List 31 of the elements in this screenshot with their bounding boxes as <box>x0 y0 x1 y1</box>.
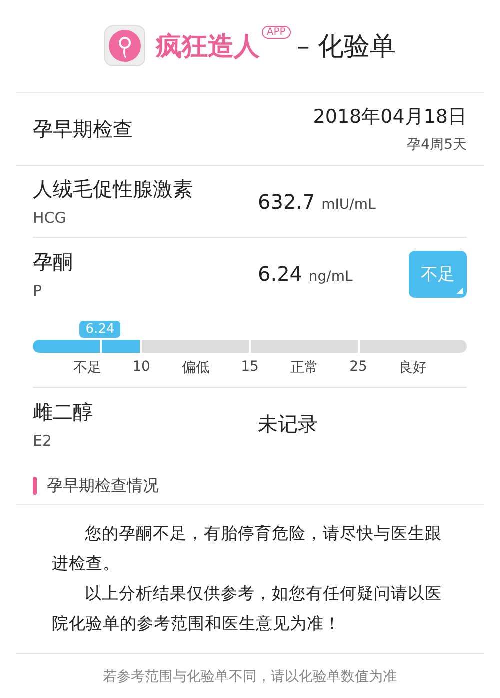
result-value: 632.7 mIU/mL <box>258 190 376 214</box>
test-name: 人绒毛促性腺激素 <box>33 176 194 203</box>
corner-triangle-icon <box>457 288 463 294</box>
section-title: 孕早期检查情况 <box>47 476 159 496</box>
advice-paragraph: 您的孕酮不足，有胎停育危险，请尽快与医生跟进检查。 <box>52 523 443 575</box>
section-marker <box>33 477 37 495</box>
pregnancy-week: 孕4周5天 <box>407 136 467 154</box>
range-tick: 15 <box>241 359 259 377</box>
test-code: HCG <box>33 209 68 227</box>
range-label: 不足 <box>73 360 102 376</box>
test-name: 雌二醇 <box>33 398 94 426</box>
range-tick: 10 <box>132 359 150 377</box>
app-badge: APP <box>262 26 291 39</box>
app-logo-icon <box>104 25 146 67</box>
range-label: 正常 <box>290 360 318 376</box>
test-code: P <box>33 282 44 300</box>
footnote: 若参考范围与化验单不同，请以化验单数值为准 <box>102 668 398 686</box>
range-label: 偏低 <box>182 360 210 376</box>
checkup-name: 孕早期检查 <box>33 116 134 142</box>
app-name: 疯狂造人 <box>156 30 260 64</box>
status-button[interactable]: 不足 <box>409 250 467 298</box>
result-value: 6.24 ng/mL <box>258 262 353 286</box>
range-label: 良好 <box>398 360 427 376</box>
checkup-date: 2018年04月18日 <box>313 105 467 130</box>
result-value: 未记录 <box>258 412 318 436</box>
range-tick: 25 <box>350 359 368 377</box>
page-title: – 化验单 <box>296 30 396 64</box>
test-name: 孕酮 <box>33 248 74 276</box>
test-code: E2 <box>33 432 54 450</box>
advice-paragraph: 以上分析结果仅供参考，如您有任何疑问请以医院化验单的参考范围和医生意见为准！ <box>52 583 443 635</box>
value-marker: 6.24 <box>80 321 121 338</box>
